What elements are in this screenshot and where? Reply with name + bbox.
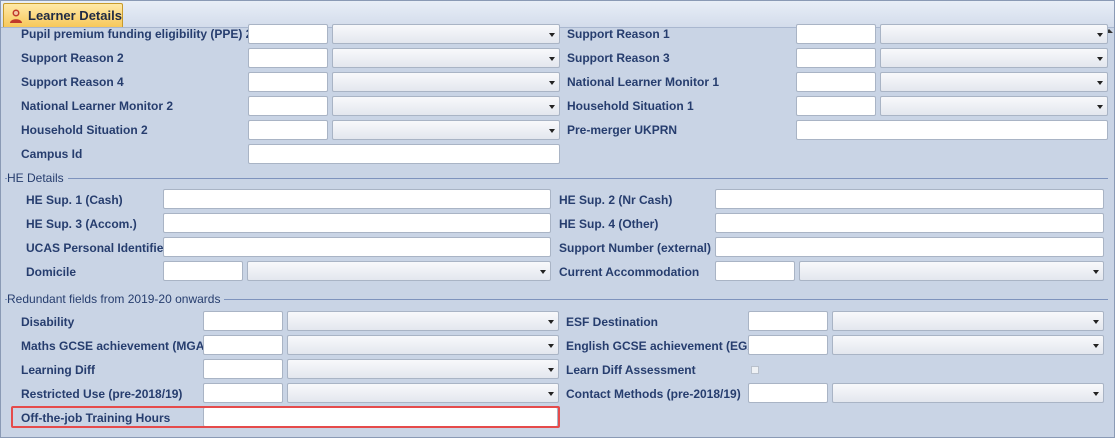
support-reason-3-code-input[interactable] — [796, 48, 876, 68]
learning-diff-code-input[interactable] — [203, 359, 283, 379]
disability-select[interactable] — [287, 311, 559, 331]
support-reason-2-select[interactable] — [332, 48, 560, 68]
he-sup-3-label: HE Sup. 3 (Accom.) — [26, 217, 137, 231]
user-icon — [10, 9, 22, 23]
chevron-down-icon — [549, 81, 555, 85]
domicile-code-input[interactable] — [163, 261, 243, 281]
household-situation-1-code-input[interactable] — [796, 96, 876, 116]
esf-destination-code-input[interactable] — [748, 311, 828, 331]
chevron-down-icon — [549, 33, 555, 37]
he-sup-1-input[interactable] — [163, 189, 551, 209]
he-sup-4-label: HE Sup. 4 (Other) — [559, 217, 659, 231]
tab-label: Learner Details — [28, 8, 122, 23]
contact-methods-select[interactable] — [832, 383, 1104, 403]
household-situation-1-label: Household Situation 1 — [567, 99, 694, 113]
household-situation-2-select[interactable] — [332, 120, 560, 140]
pre-merger-ukprn-label: Pre-merger UKPRN — [567, 123, 678, 137]
support-reason-4-label: Support Reason 4 — [21, 75, 124, 89]
support-reason-2-code-input[interactable] — [248, 48, 328, 68]
disability-label: Disability — [21, 315, 75, 329]
chevron-down-icon — [549, 57, 555, 61]
maths-gcse-code-input[interactable] — [203, 335, 283, 355]
national-learner-monitor-1-code-input[interactable] — [796, 72, 876, 92]
ppe2-label: Pupil premium funding eligibility (PPE) … — [21, 27, 253, 41]
chevron-down-icon — [1093, 320, 1099, 324]
pre-merger-ukprn-input[interactable] — [796, 120, 1108, 140]
chevron-down-icon — [548, 344, 554, 348]
chevron-down-icon — [1097, 33, 1103, 37]
support-number-external-input[interactable] — [715, 237, 1104, 257]
national-learner-monitor-2-select[interactable] — [332, 96, 560, 116]
chevron-down-icon — [549, 105, 555, 109]
chevron-down-icon — [1093, 392, 1099, 396]
support-number-external-label: Support Number (external) — [559, 241, 712, 255]
maths-gcse-select[interactable] — [287, 335, 559, 355]
current-accommodation-label: Current Accommodation — [559, 265, 700, 279]
learner-details-panel: Learner Details Pupil premium funding el… — [0, 0, 1115, 438]
chevron-down-icon — [549, 129, 555, 133]
chevron-down-icon — [1097, 105, 1103, 109]
chevron-down-icon — [1093, 270, 1099, 274]
chevron-down-icon — [548, 392, 554, 396]
restricted-use-label: Restricted Use (pre-2018/19) — [21, 387, 183, 401]
ppe2-code-input[interactable] — [248, 24, 328, 44]
disability-code-input[interactable] — [203, 311, 283, 331]
maths-gcse-label: Maths GCSE achievement (MGA) — [21, 339, 209, 353]
national-learner-monitor-2-code-input[interactable] — [248, 96, 328, 116]
support-reason-4-select[interactable] — [332, 72, 560, 92]
he-sup-2-input[interactable] — [715, 189, 1104, 209]
national-learner-monitor-2-label: National Learner Monitor 2 — [21, 99, 174, 113]
he-details-divider — [5, 178, 1108, 179]
contact-methods-code-input[interactable] — [748, 383, 828, 403]
he-sup-1-label: HE Sup. 1 (Cash) — [26, 193, 123, 207]
learning-diff-label: Learning Diff — [21, 363, 95, 377]
ucas-personal-identifier-label: UCAS Personal Identifier — [26, 241, 169, 255]
household-situation-2-code-input[interactable] — [248, 120, 328, 140]
ucas-personal-identifier-input[interactable] — [163, 237, 551, 257]
household-situation-1-select[interactable] — [880, 96, 1108, 116]
domicile-label: Domicile — [26, 265, 77, 279]
support-reason-3-select[interactable] — [880, 48, 1108, 68]
campus-id-label: Campus Id — [21, 147, 83, 161]
support-reason-3-label: Support Reason 3 — [567, 51, 670, 65]
campus-id-input[interactable] — [248, 144, 560, 164]
he-sup-4-input[interactable] — [715, 213, 1104, 233]
support-reason-1-code-input[interactable] — [796, 24, 876, 44]
esf-destination-label: ESF Destination — [566, 315, 659, 329]
chevron-down-icon — [548, 368, 554, 372]
chevron-down-icon — [1093, 344, 1099, 348]
redundant-fields-section-title: Redundant fields from 2019-20 onwards — [7, 292, 225, 306]
current-accommodation-select[interactable] — [799, 261, 1104, 281]
english-gcse-code-input[interactable] — [748, 335, 828, 355]
chevron-down-icon — [1097, 57, 1103, 61]
chevron-down-icon — [548, 320, 554, 324]
current-accommodation-code-input[interactable] — [715, 261, 795, 281]
ppe2-select[interactable] — [332, 24, 560, 44]
contact-methods-label: Contact Methods (pre-2018/19) — [566, 387, 741, 401]
domicile-select[interactable] — [247, 261, 551, 281]
esf-destination-select[interactable] — [832, 311, 1104, 331]
support-reason-1-select[interactable] — [880, 24, 1108, 44]
english-gcse-select[interactable] — [832, 335, 1104, 355]
restricted-use-code-input[interactable] — [203, 383, 283, 403]
he-sup-2-label: HE Sup. 2 (Nr Cash) — [559, 193, 673, 207]
highlight-box — [11, 406, 560, 428]
tab-learner-details[interactable]: Learner Details — [3, 3, 123, 27]
support-reason-1-label: Support Reason 1 — [567, 27, 670, 41]
english-gcse-label: English GCSE achievement (EGA) — [566, 339, 761, 353]
support-reason-2-label: Support Reason 2 — [21, 51, 124, 65]
he-sup-3-input[interactable] — [163, 213, 551, 233]
chevron-down-icon — [540, 270, 546, 274]
national-learner-monitor-1-select[interactable] — [880, 72, 1108, 92]
learning-diff-select[interactable] — [287, 359, 559, 379]
learn-diff-assessment-checkbox[interactable] — [751, 366, 759, 374]
support-reason-4-code-input[interactable] — [248, 72, 328, 92]
chevron-down-icon — [1097, 81, 1103, 85]
he-details-section-title: HE Details — [7, 171, 68, 185]
restricted-use-select[interactable] — [287, 383, 559, 403]
national-learner-monitor-1-label: National Learner Monitor 1 — [567, 75, 720, 89]
household-situation-2-label: Household Situation 2 — [21, 123, 148, 137]
learn-diff-assessment-label: Learn Diff Assessment — [566, 363, 696, 377]
